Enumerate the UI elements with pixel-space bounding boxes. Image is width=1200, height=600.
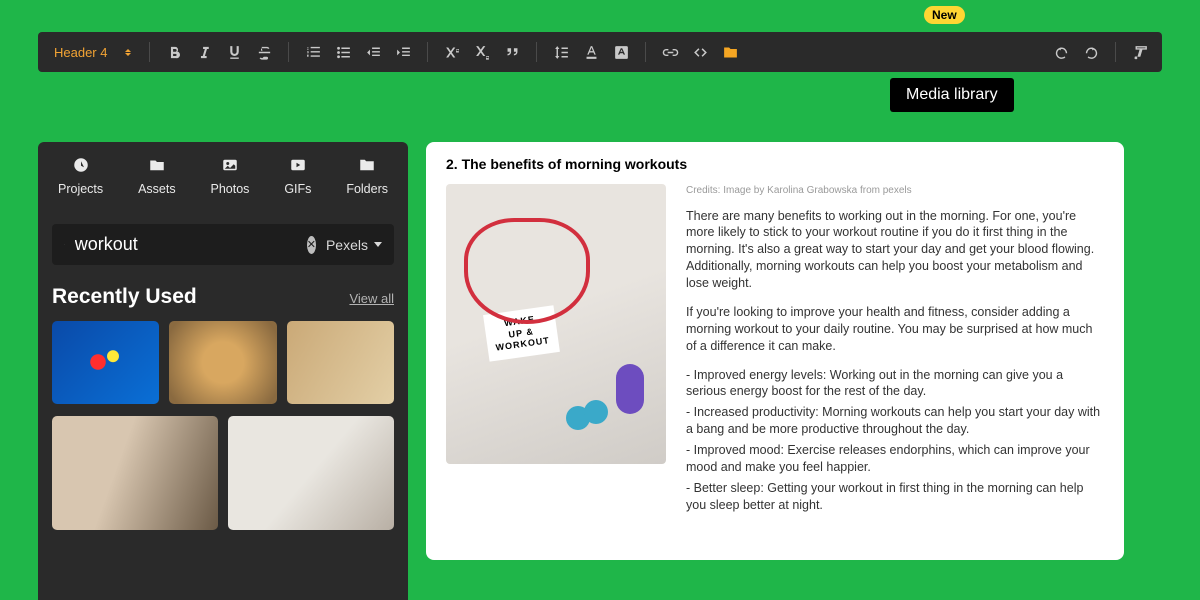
clear-format-button[interactable]	[1126, 38, 1154, 66]
tab-folders[interactable]: Folders	[346, 156, 388, 196]
tab-label: Projects	[58, 182, 103, 196]
article-bullet: - Increased productivity: Morning workou…	[686, 404, 1104, 438]
strikethrough-button[interactable]	[250, 38, 278, 66]
article-image[interactable]	[446, 184, 666, 464]
media-library-button[interactable]	[716, 38, 744, 66]
source-label: Pexels	[326, 237, 368, 253]
outdent-button[interactable]	[359, 38, 387, 66]
superscript-button[interactable]	[438, 38, 466, 66]
tab-projects[interactable]: Projects	[58, 156, 103, 196]
recent-thumb[interactable]	[52, 321, 159, 404]
recently-used-title: Recently Used	[52, 285, 197, 309]
article-paragraph: If you're looking to improve your health…	[686, 304, 1104, 355]
tab-label: GIFs	[284, 182, 311, 196]
search-row: Pexels	[52, 224, 394, 265]
article-body: Credits: Image by Karolina Grabowska fro…	[686, 184, 1104, 518]
indent-button[interactable]	[389, 38, 417, 66]
toolbar-divider	[536, 42, 537, 62]
text-color-button[interactable]	[577, 38, 605, 66]
editor-toolbar: Header 4	[38, 32, 1162, 72]
heading-select-label: Header 4	[54, 45, 107, 60]
tab-label: Assets	[138, 182, 176, 196]
subscript-button[interactable]	[468, 38, 496, 66]
toolbar-divider	[645, 42, 646, 62]
image-credits: Credits: Image by Karolina Grabowska fro…	[686, 184, 1104, 198]
tab-assets[interactable]: Assets	[138, 156, 176, 196]
search-icon	[64, 236, 65, 253]
tab-label: Folders	[346, 182, 388, 196]
bold-button[interactable]	[160, 38, 188, 66]
link-button[interactable]	[656, 38, 684, 66]
toolbar-divider	[288, 42, 289, 62]
toolbar-divider	[1115, 42, 1116, 62]
view-all-link[interactable]: View all	[349, 291, 394, 306]
highlight-button[interactable]	[607, 38, 635, 66]
editor-content[interactable]: 2. The benefits of morning workouts Cred…	[426, 142, 1124, 560]
toolbar-divider	[149, 42, 150, 62]
recent-thumb[interactable]	[52, 416, 218, 530]
recent-thumb[interactable]	[287, 321, 394, 404]
new-badge: New	[924, 6, 965, 24]
recent-thumb[interactable]	[228, 416, 394, 530]
article-heading: 2. The benefits of morning workouts	[446, 156, 1104, 172]
media-library-tooltip: Media library	[890, 78, 1014, 112]
line-height-button[interactable]	[547, 38, 575, 66]
chevron-down-icon	[374, 242, 382, 247]
redo-button[interactable]	[1077, 38, 1105, 66]
search-input[interactable]	[75, 234, 307, 255]
tab-label: Photos	[210, 182, 249, 196]
recent-thumb[interactable]	[169, 321, 276, 404]
chevron-updown-icon	[125, 49, 131, 56]
ordered-list-button[interactable]	[299, 38, 327, 66]
tab-photos[interactable]: Photos	[210, 156, 249, 196]
underline-button[interactable]	[220, 38, 248, 66]
source-select[interactable]: Pexels	[326, 237, 382, 253]
media-tabs: Projects Assets Photos GIFs Folders	[52, 156, 394, 206]
article-bullet: - Improved energy levels: Working out in…	[686, 367, 1104, 401]
tab-gifs[interactable]: GIFs	[284, 156, 311, 196]
article-bullet: - Improved mood: Exercise releases endor…	[686, 442, 1104, 476]
unordered-list-button[interactable]	[329, 38, 357, 66]
heading-select[interactable]: Header 4	[46, 41, 139, 64]
clear-search-button[interactable]	[307, 236, 316, 254]
article-paragraph: There are many benefits to working out i…	[686, 208, 1104, 292]
media-sidebar: Projects Assets Photos GIFs Folders Pexe…	[38, 142, 408, 600]
article-bullet: - Better sleep: Getting your workout in …	[686, 480, 1104, 514]
undo-button[interactable]	[1047, 38, 1075, 66]
quote-button[interactable]	[498, 38, 526, 66]
code-button[interactable]	[686, 38, 714, 66]
italic-button[interactable]	[190, 38, 218, 66]
toolbar-divider	[427, 42, 428, 62]
